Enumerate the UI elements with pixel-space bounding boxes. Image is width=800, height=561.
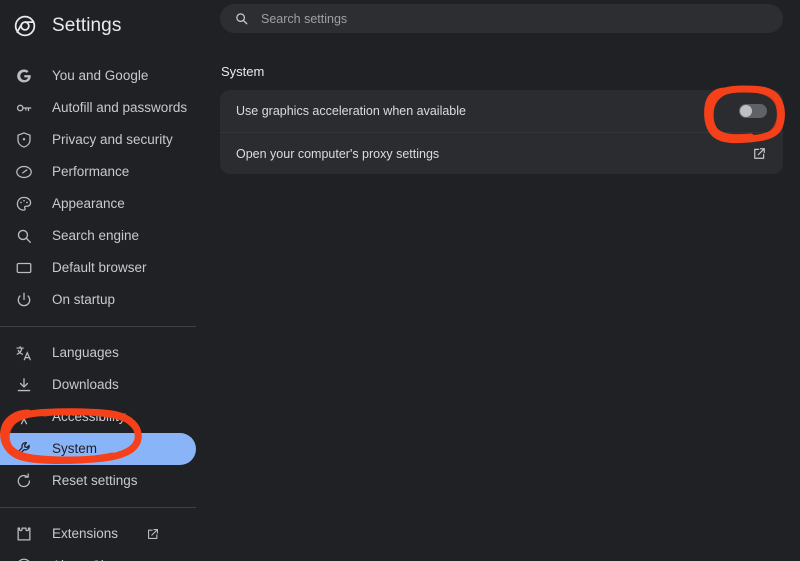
speedometer-icon <box>14 162 34 182</box>
sidebar-item-system[interactable]: System <box>0 433 196 465</box>
sidebar-item-reset-settings[interactable]: Reset settings <box>0 465 196 497</box>
sidebar-item-extensions[interactable]: Extensions <box>0 518 196 550</box>
row-graphics-acceleration[interactable]: Use graphics acceleration when available <box>220 90 783 132</box>
chrome-logo-icon <box>14 556 34 561</box>
sidebar-item-search-engine[interactable]: Search engine <box>0 220 196 252</box>
sidebar-item-label: You and Google <box>52 68 149 84</box>
sidebar-item-default-browser[interactable]: Default browser <box>0 252 196 284</box>
palette-icon <box>14 194 34 214</box>
google-g-icon <box>14 66 34 86</box>
open-in-new-icon[interactable] <box>752 146 767 161</box>
settings-window: Settings You and Google Autofill and pas… <box>0 0 800 561</box>
browser-window-icon <box>14 258 34 278</box>
download-icon <box>14 375 34 395</box>
toggle-knob <box>740 105 752 117</box>
sidebar-item-label: On startup <box>52 292 116 308</box>
sidebar-item-downloads[interactable]: Downloads <box>0 369 196 401</box>
reset-icon <box>14 471 34 491</box>
wrench-icon <box>14 439 34 459</box>
sidebar-item-about-chrome[interactable]: About Chrome <box>0 550 196 561</box>
translate-icon <box>14 343 34 363</box>
sidebar-item-you-and-google[interactable]: You and Google <box>0 60 196 92</box>
accessibility-icon <box>14 407 34 427</box>
key-icon <box>14 98 34 118</box>
sidebar-item-performance[interactable]: Performance <box>0 156 196 188</box>
sidebar-item-on-startup[interactable]: On startup <box>0 284 196 316</box>
row-label: Open your computer's proxy settings <box>236 146 440 161</box>
sidebar-item-label: Reset settings <box>52 473 138 489</box>
app-header: Settings <box>0 6 210 46</box>
graphics-acceleration-toggle[interactable] <box>739 104 767 118</box>
chrome-logo-icon <box>14 15 36 37</box>
main-content: System Use graphics acceleration when av… <box>210 0 800 561</box>
sidebar-item-label: Privacy and security <box>52 132 173 148</box>
search-settings-bar[interactable] <box>220 4 783 33</box>
sidebar-item-appearance[interactable]: Appearance <box>0 188 196 220</box>
sidebar-item-label: Search engine <box>52 228 140 244</box>
search-icon <box>234 11 249 26</box>
sidebar-item-label: Downloads <box>52 377 119 393</box>
sidebar-item-privacy-and-security[interactable]: Privacy and security <box>0 124 196 156</box>
sidebar-item-label: Languages <box>52 345 119 361</box>
sidebar: Settings You and Google Autofill and pas… <box>0 0 210 561</box>
sidebar-divider <box>0 507 196 508</box>
puzzle-icon <box>14 524 34 544</box>
row-label: Use graphics acceleration when available <box>236 104 466 118</box>
sidebar-item-languages[interactable]: Languages <box>0 337 196 369</box>
sidebar-item-label: Appearance <box>52 196 125 212</box>
sidebar-item-label: Autofill and passwords <box>52 100 188 116</box>
sidebar-item-accessibility[interactable]: Accessibility <box>0 401 196 433</box>
search-icon <box>14 226 34 246</box>
sidebar-item-label: Default browser <box>52 260 147 276</box>
open-in-new-icon[interactable] <box>146 527 160 541</box>
sidebar-item-label: Performance <box>52 164 130 180</box>
sidebar-divider <box>0 326 196 327</box>
sidebar-item-label: System <box>52 441 98 457</box>
power-icon <box>14 290 34 310</box>
sidebar-item-label: Extensions <box>52 526 119 542</box>
section-heading-system: System <box>221 64 265 79</box>
sidebar-item-autofill-and-passwords[interactable]: Autofill and passwords <box>0 92 196 124</box>
row-proxy-settings[interactable]: Open your computer's proxy settings <box>220 132 783 174</box>
page-title: Settings <box>52 15 122 36</box>
search-input[interactable] <box>261 11 769 26</box>
shield-icon <box>14 130 34 150</box>
system-settings-card: Use graphics acceleration when available… <box>220 90 783 174</box>
sidebar-item-label: Accessibility <box>52 409 126 425</box>
